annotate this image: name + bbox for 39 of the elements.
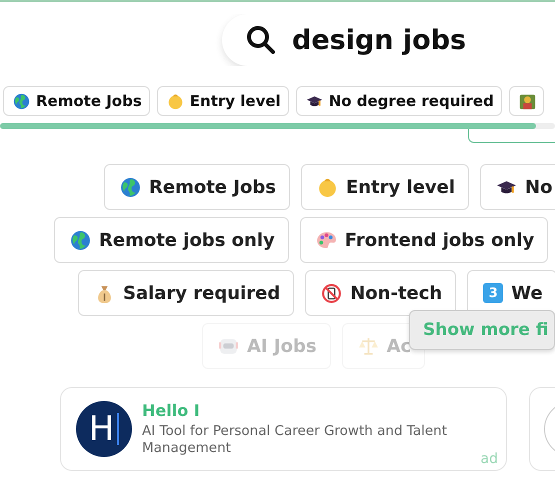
person-icon [518, 92, 536, 110]
filter-chip[interactable]: Entry level [300, 164, 470, 210]
ad-card[interactable]: H Hello I AI Tool for Personal Career Growth and Talent Management ad [60, 387, 507, 471]
filter-chip[interactable]: Remote jobs only [54, 217, 289, 263]
chip-label: Entry level [346, 176, 456, 198]
ad-title: Hello I [142, 401, 201, 420]
filter-chip[interactable]: Entry level [156, 86, 289, 116]
no-phone-icon [321, 282, 342, 304]
chip-label: Remote Jobs [149, 176, 276, 198]
chip-label: Salary required [123, 282, 280, 304]
globe-icon [70, 230, 91, 250]
chip-label: Non-tech [350, 282, 442, 304]
number-key-icon: 3 [483, 283, 504, 303]
search-field[interactable]: design jobs [292, 24, 532, 56]
filter-chip[interactable] [508, 86, 544, 116]
chip-label: We [511, 282, 543, 304]
company-logo: H [76, 401, 132, 457]
chip-label: AI Jobs [247, 336, 317, 356]
ad-description: AI Tool for Personal Career Growth and Talent Management [142, 423, 448, 457]
filter-chip[interactable]: Remote Jobs [3, 86, 150, 116]
chip-label: Entry level [190, 92, 281, 110]
chip-label: Remote Jobs [36, 92, 142, 110]
filter-chip[interactable]: Salary required [78, 270, 294, 316]
globe-icon [13, 92, 30, 110]
chip-label: Frontend jobs only [344, 230, 534, 250]
globe-icon [120, 176, 141, 198]
filter-chip[interactable]: Frontend jobs only [300, 217, 548, 263]
scales-icon [358, 336, 379, 356]
chip-label: Remote jobs only [99, 230, 275, 250]
chip-label: No degree required [328, 92, 494, 110]
ad-tag: ad [480, 451, 498, 467]
chip-label: Ac [386, 336, 412, 356]
search-icon [246, 25, 276, 55]
filter-chip[interactable]: Non-tech [305, 270, 456, 316]
palette-icon [316, 230, 337, 250]
chip-label: No [525, 176, 552, 198]
filter-chip[interactable]: Remote Jobs [104, 164, 290, 210]
filter-chip[interactable]: No degree required [296, 86, 502, 116]
filter-chip[interactable]: No [480, 164, 555, 210]
